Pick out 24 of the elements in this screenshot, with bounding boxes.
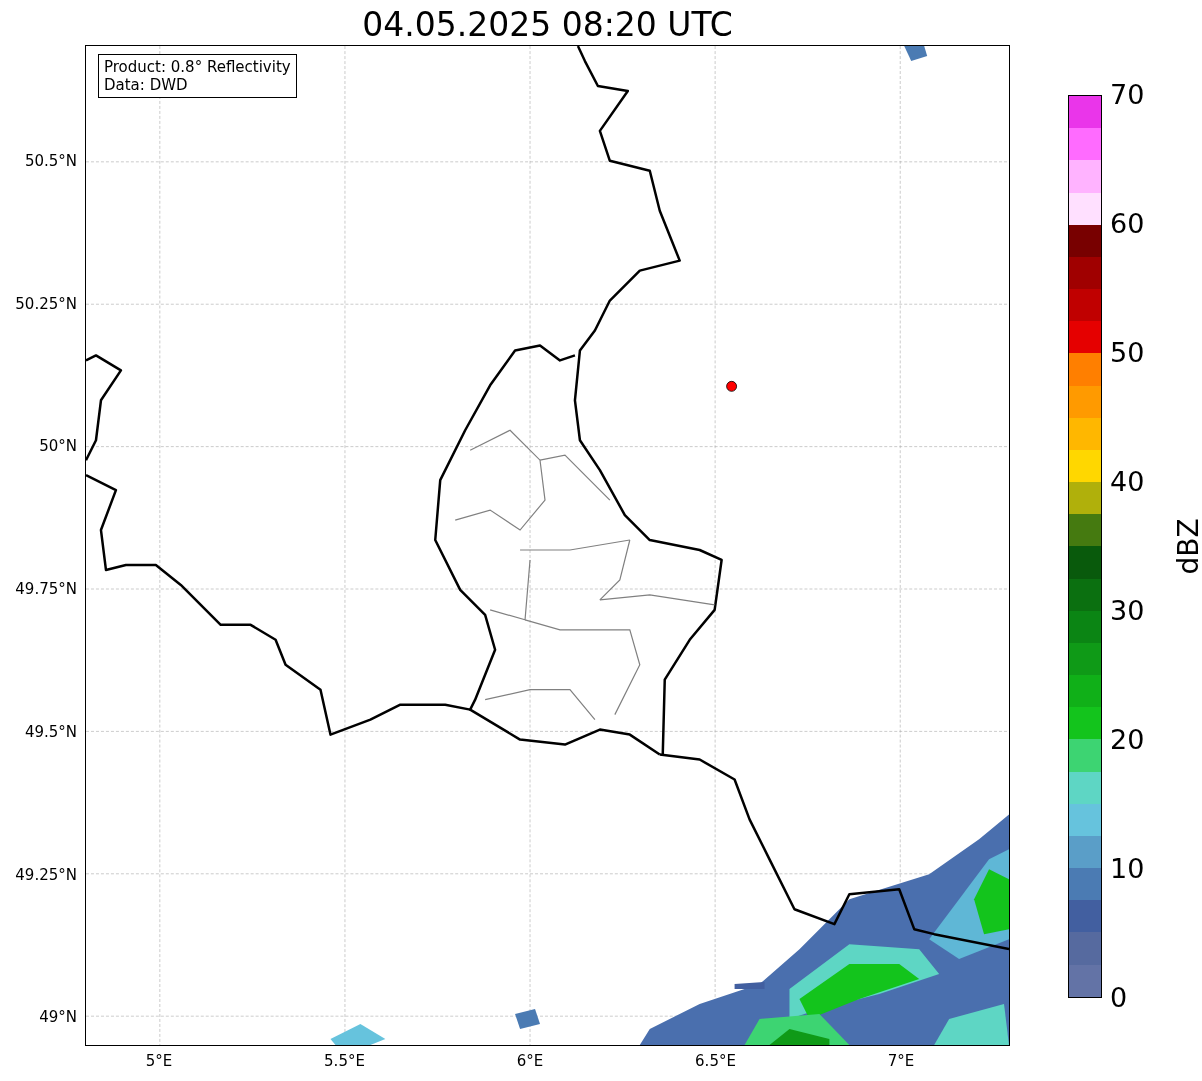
- info-text: Product: 0.8° Reflectivity: [104, 58, 291, 76]
- longitude-label: 5.5°E: [324, 1052, 365, 1070]
- colorbar-tick-label: 30: [1110, 596, 1145, 626]
- longitude-label: 5°E: [145, 1052, 173, 1070]
- latitude-label: 50.25°N: [15, 294, 77, 313]
- colorbar-unit-label: dBZ: [1171, 518, 1202, 575]
- longitude-label: 6.5°E: [695, 1052, 736, 1070]
- colorbar-tick-label: 40: [1110, 467, 1145, 497]
- colorbar-tick-label: 50: [1110, 338, 1145, 368]
- latitude-label: 49.5°N: [24, 722, 77, 741]
- longitude-label: 7°E: [887, 1052, 915, 1070]
- chart-title: 04.05.2025 08:20 UTC: [361, 5, 734, 45]
- latitude-label: 49.75°N: [15, 580, 77, 599]
- latitude-label: 49°N: [39, 1008, 77, 1027]
- latitude-label: 49.25°N: [15, 865, 77, 884]
- colorbar-tick-label: 0: [1110, 983, 1128, 1013]
- colorbar-tick-label: 60: [1110, 209, 1145, 239]
- colorbar-tick-label: 70: [1110, 80, 1145, 110]
- longitude-label: 6°E: [516, 1052, 544, 1070]
- latitude-label: 50.5°N: [24, 152, 77, 170]
- colorbar-tick-label: 20: [1110, 725, 1145, 755]
- info-text: Data: DWD: [104, 76, 189, 94]
- latitude-label: 50°N: [39, 437, 77, 456]
- colorbar-tick-label: 10: [1110, 854, 1145, 884]
